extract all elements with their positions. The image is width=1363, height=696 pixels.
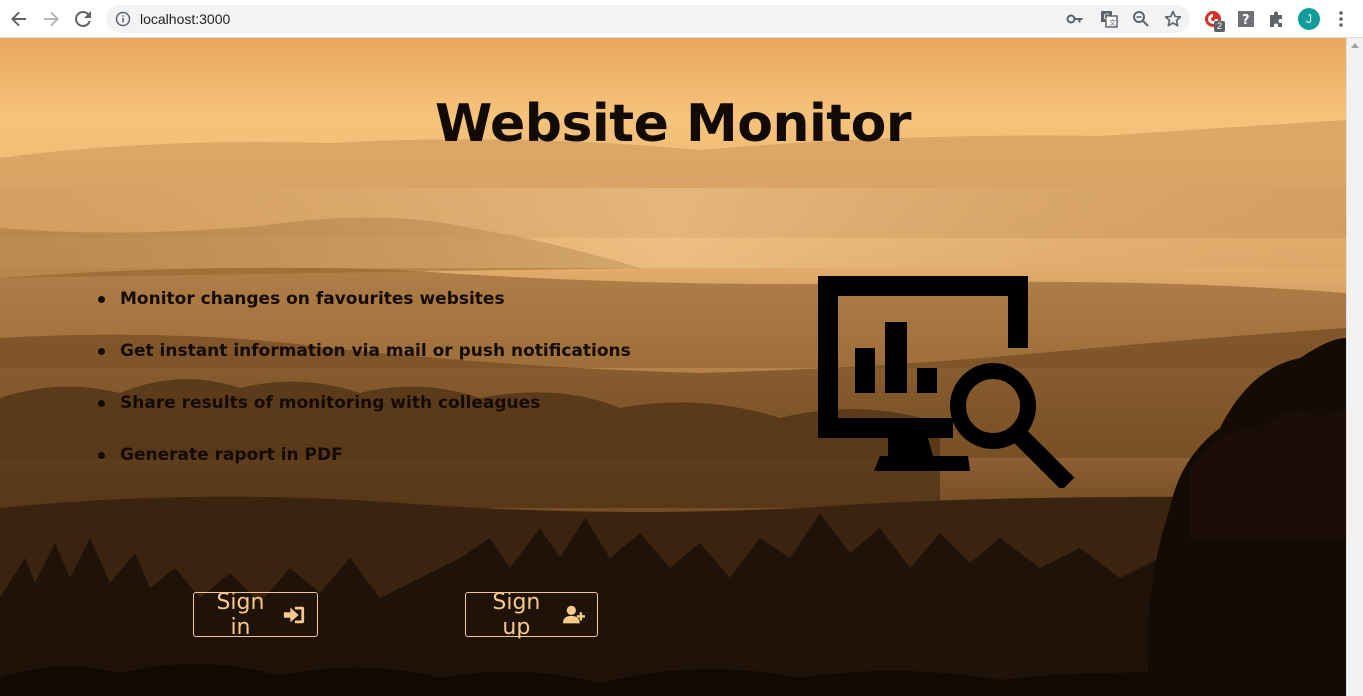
sign-in-label: Sign in	[216, 589, 265, 640]
page-viewport: Website Monitor Monitor changes on favou…	[0, 38, 1346, 696]
page-title: Website Monitor	[434, 94, 912, 154]
sign-up-button[interactable]: Sign up	[465, 589, 598, 640]
help-icon[interactable]: ?	[1236, 9, 1256, 29]
forward-icon[interactable]	[39, 7, 63, 31]
reload-icon[interactable]	[71, 7, 95, 31]
avatar[interactable]: J	[1298, 8, 1320, 30]
browser-toolbar: localhost:3000 G 文 2 ? J	[0, 0, 1363, 38]
vertical-scrollbar[interactable]	[1346, 38, 1363, 696]
menu-icon[interactable]	[1333, 9, 1349, 29]
feature-item: Get instant information via mail or push…	[98, 338, 631, 390]
zoom-icon[interactable]	[1132, 10, 1150, 28]
key-icon[interactable]	[1066, 10, 1084, 28]
extension-badge: 2	[1214, 21, 1225, 32]
back-icon[interactable]	[7, 7, 31, 31]
url-text[interactable]: localhost:3000	[140, 11, 230, 27]
star-icon[interactable]	[1164, 10, 1182, 28]
info-icon[interactable]	[115, 11, 131, 27]
translate-icon[interactable]: G 文	[1100, 10, 1118, 28]
feature-item: Share results of monitoring with colleag…	[98, 390, 631, 442]
add-user-icon	[562, 605, 585, 623]
feature-item: Monitor changes on favourites websites	[98, 286, 631, 338]
puzzle-icon[interactable]	[1267, 9, 1287, 29]
feature-item: Generate raport in PDF	[98, 442, 631, 494]
svg-text:文: 文	[1109, 18, 1116, 27]
svg-text:?: ?	[1242, 13, 1250, 28]
address-bar[interactable]: localhost:3000 G 文	[106, 5, 1190, 33]
scroll-up-arrow-icon[interactable]	[1351, 43, 1359, 48]
sign-in-icon	[283, 606, 305, 623]
feature-list: Monitor changes on favourites websites G…	[98, 286, 631, 494]
sign-up-label: Sign up	[492, 589, 541, 640]
sign-in-button[interactable]: Sign in	[193, 589, 318, 640]
monitor-analytics-search-icon	[818, 276, 1075, 488]
